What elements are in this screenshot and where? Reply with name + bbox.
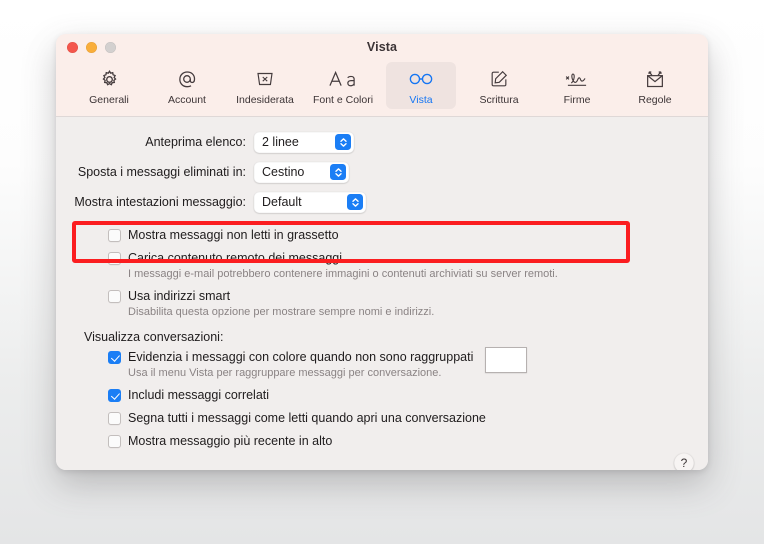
checkbox-row-usa-indirizzi-smart[interactable]: Usa indirizzi smart Disabilita questa op… [56,288,708,320]
checkbox-row-mostra-non-letti-grassetto[interactable]: Mostra messaggi non letti in grassetto [56,227,708,246]
tab-label: Account [168,94,206,106]
signature-icon [564,66,590,92]
tab-label: Vista [409,94,433,106]
compose-pencil-icon [489,66,509,92]
tab-label: Indesiderata [236,94,294,106]
checkbox-row-includi-messaggi-correlati[interactable]: Includi messaggi correlati [56,387,708,406]
setting-row-mostra-intestazioni: Mostra intestazioni messaggio: Default [56,191,708,213]
checkbox[interactable] [108,350,121,364]
checkbox-row-segna-tutti-letti[interactable]: Segna tutti i messaggi come letti quando… [56,410,708,429]
checkbox-label: Usa indirizzi smart [128,289,231,303]
checkbox-label: Mostra messaggi non letti in grassetto [128,228,339,242]
window-titlebar: Vista [56,34,708,60]
setting-label: Anteprima elenco: [145,135,246,149]
checkbox[interactable] [108,434,121,448]
popup-value: Cestino [262,165,305,179]
tab-label: Generali [89,94,129,106]
conversations-group-label: Visualizza conversazioni: [84,330,224,344]
chevron-updown-icon [335,134,351,150]
checkbox[interactable] [108,388,121,402]
glasses-icon [408,66,434,92]
checkbox-row-carica-contenuto-remoto[interactable]: Carica contenuto remoto dei messaggi I m… [56,250,708,282]
checkbox-row-mostra-recente-in-alto[interactable]: Mostra messaggio più recente in alto [56,433,708,452]
preferences-toolbar: Generali Account Indesiderata Font e Col… [56,60,708,117]
tab-account[interactable]: Account [152,62,222,109]
checkbox-description: Usa il menu Vista per raggruppare messag… [128,367,442,379]
sposta-messaggi-popup[interactable]: Cestino [254,161,349,183]
checkbox-description: I messaggi e-mail potrebbero contenere i… [128,268,558,280]
checkbox-row-evidenzia-messaggi-colore[interactable]: Evidenzia i messaggi con colore quando n… [56,347,708,381]
help-button[interactable]: ? [674,453,694,470]
chevron-updown-icon [347,194,363,210]
checkbox[interactable] [108,411,121,425]
tab-indesiderata[interactable]: Indesiderata [230,62,300,109]
junk-bin-icon [255,66,275,92]
chevron-updown-icon [330,164,346,180]
window-title: Vista [366,40,398,54]
checkbox[interactable] [108,289,121,303]
checkbox-label: Evidenzia i messaggi con colore quando n… [128,350,474,364]
setting-label: Mostra intestazioni messaggio: [74,195,246,209]
popup-value: Default [262,195,302,209]
tab-firme[interactable]: Firme [542,62,612,109]
font-aa-icon [328,66,358,92]
preferences-content: Anteprima elenco: 2 linee Sposta i messa… [56,117,708,470]
tab-scrittura[interactable]: Scrittura [464,62,534,109]
setting-row-sposta-messaggi-eliminati: Sposta i messaggi eliminati in: Cestino [56,161,708,183]
tab-label: Font e Colori [312,94,374,106]
preferences-window: Vista Generali Account Indesiderata Font… [56,34,708,470]
checkbox-label: Mostra messaggio più recente in alto [128,434,333,448]
at-sign-icon [176,66,198,92]
tab-generali[interactable]: Generali [74,62,144,109]
tab-regole[interactable]: Regole [620,62,690,109]
tab-font-e-colori[interactable]: Font e Colori [308,62,378,109]
tab-label: Regole [638,94,672,106]
checkbox-label: Segna tutti i messaggi come letti quando… [128,411,486,425]
conversation-color-swatch[interactable] [485,347,528,373]
checkbox-label: Carica contenuto remoto dei messaggi [128,251,343,265]
gear-icon [99,66,120,92]
checkbox[interactable] [108,251,121,265]
setting-row-anteprima-elenco: Anteprima elenco: 2 linee [56,131,708,153]
tab-label: Firme [563,94,591,106]
anteprima-elenco-popup[interactable]: 2 linee [254,131,354,153]
intestazioni-messaggio-popup[interactable]: Default [254,191,366,213]
tab-label: Scrittura [479,94,519,106]
setting-label: Sposta i messaggi eliminati in: [77,165,246,179]
tab-vista[interactable]: Vista [386,62,456,109]
rules-envelope-icon [644,66,666,92]
checkbox-label: Includi messaggi correlati [128,388,270,402]
popup-value: 2 linee [262,135,299,149]
checkbox-description: Disabilita questa opzione per mostrare s… [128,306,435,318]
checkbox[interactable] [108,228,121,242]
